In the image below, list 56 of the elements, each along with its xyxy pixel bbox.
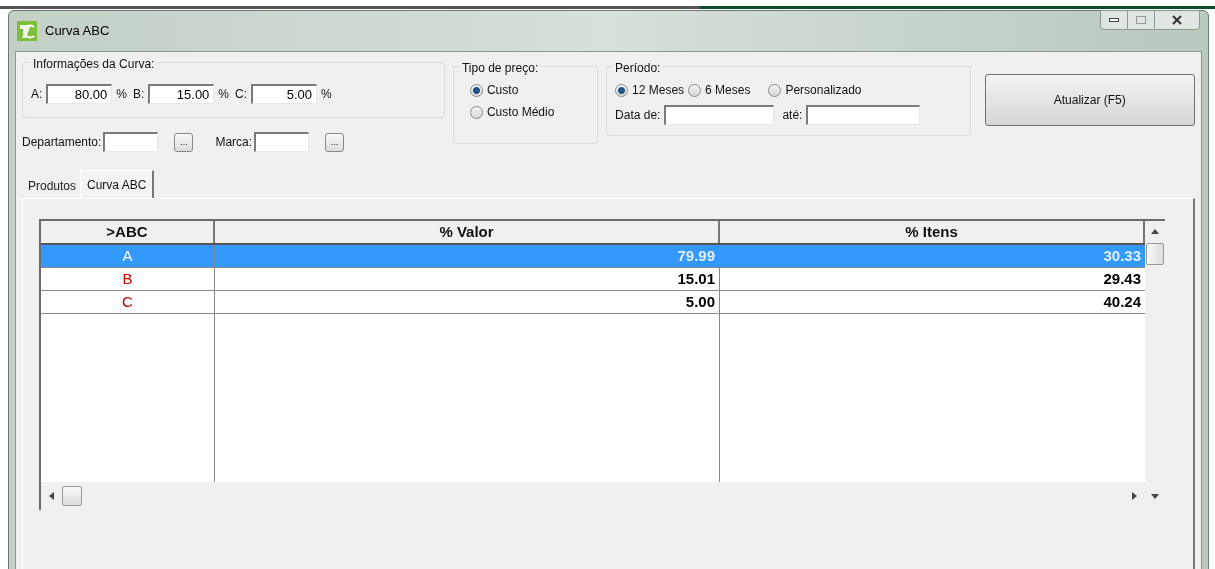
radio-label: Custo	[486, 82, 519, 99]
table-cell: 79.99	[215, 245, 720, 267]
unit-label: %	[321, 86, 332, 103]
input-field[interactable]: 15.00	[148, 84, 215, 104]
radio-button[interactable]	[469, 105, 483, 119]
date-from-label: Data de:	[615, 107, 661, 124]
browse-button[interactable]: ...	[325, 132, 345, 152]
tab[interactable]: Produtos	[24, 174, 81, 198]
unit-label: %	[218, 86, 230, 103]
radio-label: 6 Meses	[705, 82, 751, 99]
table-cell: A	[41, 245, 215, 267]
radio-button[interactable]	[469, 83, 483, 97]
column-header: % Valor	[215, 221, 720, 243]
unit-label: %	[116, 86, 127, 103]
close-button[interactable]	[1154, 10, 1200, 30]
input-field[interactable]: 5.00	[251, 84, 318, 104]
filter-label: Marca:	[215, 134, 253, 151]
scroll-down-icon[interactable]	[1151, 493, 1159, 499]
refresh-button[interactable]: Atualizar (F5)	[984, 74, 1195, 126]
field-label: A:	[31, 86, 43, 103]
radio-button[interactable]	[768, 83, 782, 97]
field-label: B:	[133, 86, 145, 103]
table-cell-text: 29.43	[1102, 269, 1142, 289]
table-row[interactable]: C 5.00 40.24	[41, 291, 1145, 314]
table-row[interactable]: B 15.01 29.43	[41, 268, 1145, 291]
table-cell: 15.01	[215, 268, 720, 290]
date-to-label: até:	[782, 107, 803, 124]
minimize-button[interactable]	[1100, 10, 1128, 30]
scroll-right-icon[interactable]	[1132, 492, 1137, 500]
radio-label: 12 Meses	[632, 82, 685, 99]
input-field[interactable]	[664, 105, 775, 125]
radio-label: Personalizado	[785, 82, 862, 99]
scroll-thumb[interactable]	[1146, 243, 1164, 265]
tab[interactable]: Curva ABC	[80, 170, 155, 198]
filter-label: Departamento:	[22, 134, 102, 151]
input-field[interactable]	[806, 105, 921, 125]
field-label: C:	[235, 86, 248, 103]
scroll-left-icon[interactable]	[49, 492, 54, 500]
radio-button[interactable]	[615, 83, 629, 97]
app-logo-icon	[17, 21, 37, 41]
close-icon	[1171, 15, 1183, 25]
input-field[interactable]	[103, 132, 159, 152]
table-cell: C	[41, 291, 215, 313]
table-cell-text: 30.33	[1102, 246, 1142, 266]
input-field[interactable]	[254, 132, 310, 152]
radio-label: Custo Médio	[486, 104, 555, 121]
table-cell-text: 40.24	[1102, 292, 1142, 312]
table-cell: B	[41, 268, 215, 290]
radio-button[interactable]	[688, 83, 702, 97]
scroll-thumb[interactable]	[62, 486, 82, 506]
table-cell: 5.00	[215, 291, 720, 313]
column-header: >ABC	[41, 221, 215, 243]
scroll-up-icon[interactable]	[1151, 229, 1159, 234]
window-title: Curva ABC	[45, 22, 110, 41]
input-field[interactable]: 80.00	[46, 84, 113, 104]
browse-button[interactable]: ...	[174, 132, 194, 152]
